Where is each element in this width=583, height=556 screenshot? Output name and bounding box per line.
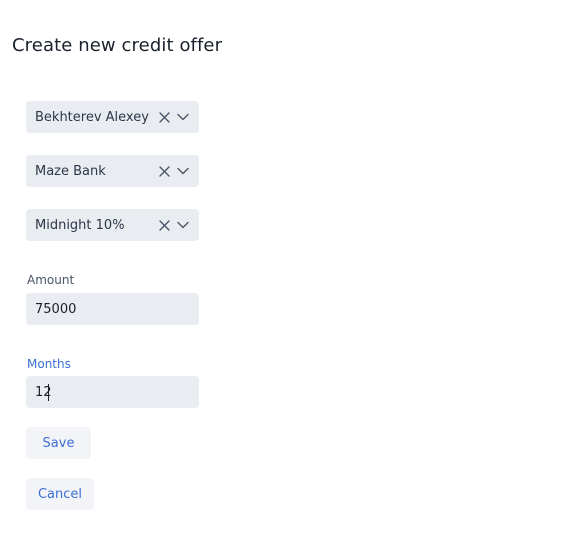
cancel-button[interactable]: Cancel: [26, 478, 94, 510]
bank-select[interactable]: Maze Bank: [26, 155, 199, 187]
client-select-value: Bekhterev Alexey: [35, 109, 149, 125]
save-button[interactable]: Save: [26, 427, 91, 459]
amount-label: Amount: [27, 273, 75, 287]
close-icon[interactable]: [158, 165, 170, 177]
page-title: Create new credit offer: [12, 35, 223, 56]
text-caret: [48, 384, 49, 401]
plan-select[interactable]: Midnight 10%: [26, 209, 199, 241]
months-label: Months: [27, 357, 71, 371]
credit-offer-page: Create new credit offer Bekhterev Alexey…: [0, 0, 583, 556]
chevron-down-icon[interactable]: [177, 165, 189, 177]
amount-input[interactable]: [26, 293, 199, 325]
chevron-down-icon[interactable]: [177, 111, 189, 123]
client-select[interactable]: Bekhterev Alexey: [26, 101, 199, 133]
bank-select-value: Maze Bank: [35, 163, 106, 179]
close-icon[interactable]: [158, 111, 170, 123]
close-icon[interactable]: [158, 219, 170, 231]
chevron-down-icon[interactable]: [177, 219, 189, 231]
months-input[interactable]: [26, 376, 199, 408]
plan-select-value: Midnight 10%: [35, 217, 125, 233]
